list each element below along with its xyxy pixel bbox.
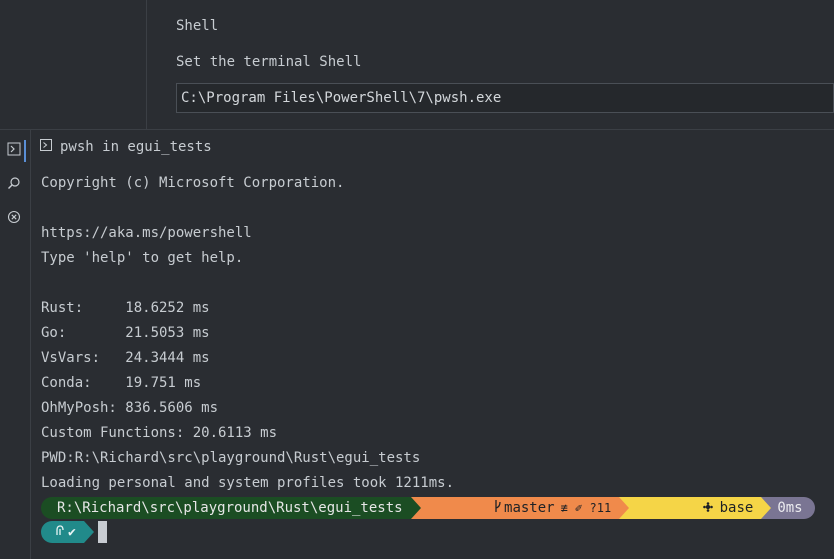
segment-separator	[761, 497, 772, 519]
terminal-line: Go: 21.5053 ms	[41, 325, 210, 341]
terminal-line: Type 'help' to get help.	[41, 250, 244, 266]
active-indicator	[24, 140, 26, 162]
terminal-icon[interactable]	[5, 140, 23, 158]
prompt-path: R:\Richard\src\playground\Rust\egui_test…	[57, 500, 403, 516]
prompt-path-segment: R:\Richard\src\playground\Rust\egui_test…	[41, 497, 421, 519]
terminal-title: pwsh in egui_tests	[60, 139, 212, 155]
search-icon[interactable]	[5, 174, 23, 192]
terminal-line: https://aka.ms/powershell	[41, 225, 252, 241]
settings-pane: Shell Set the terminal Shell	[148, 0, 834, 129]
terminal-line: Conda: 19.751 ms	[41, 375, 202, 391]
activity-bar	[0, 130, 31, 559]
terminal-tab-icon	[40, 139, 52, 155]
terminal-line: OhMyPosh: 836.5606 ms	[41, 400, 219, 416]
terminal-line: PWD:R:\Richard\src\playground\Rust\egui_…	[41, 450, 421, 466]
terminal-panel[interactable]: pwsh in egui_tests Copyright (c) Microso…	[32, 130, 834, 559]
status-segment: ✔	[41, 521, 94, 543]
env-name: base	[719, 500, 754, 516]
execution-time: 0ms	[777, 500, 803, 516]
prompt-status-line: ✔	[41, 521, 107, 543]
terminal-line: Custom Functions: 20.6113 ms	[41, 425, 278, 441]
prompt-git-segment: master ≢ ✐ ?11	[410, 497, 630, 519]
close-circle-icon[interactable]	[5, 208, 23, 226]
prompt-line: R:\Richard\src\playground\Rust\egui_test…	[41, 497, 815, 519]
terminal-line: VsVars: 24.3444 ms	[41, 350, 210, 366]
segment-separator	[410, 497, 421, 519]
git-status: ≢ ✐ ?11	[560, 501, 612, 515]
segment-separator	[83, 521, 94, 543]
terminal-cursor	[98, 521, 107, 543]
check-icon: ✔	[68, 524, 76, 540]
shell-path-input[interactable]	[176, 83, 834, 113]
git-branch-icon	[427, 483, 502, 533]
setting-description: Set the terminal Shell	[176, 54, 362, 70]
segment-separator	[619, 497, 630, 519]
setting-title: Shell	[176, 18, 219, 34]
top-left-pane	[0, 0, 147, 129]
shell-icon	[55, 524, 65, 540]
env-icon	[635, 484, 713, 532]
git-branch: master	[504, 500, 555, 516]
prompt-env-segment: base	[619, 497, 772, 519]
terminal-line: Copyright (c) Microsoft Corporation.	[41, 175, 345, 191]
terminal-header[interactable]: pwsh in egui_tests	[40, 138, 212, 156]
terminal-line: Rust: 18.6252 ms	[41, 300, 210, 316]
terminal-line: Loading personal and system profiles too…	[41, 475, 455, 491]
